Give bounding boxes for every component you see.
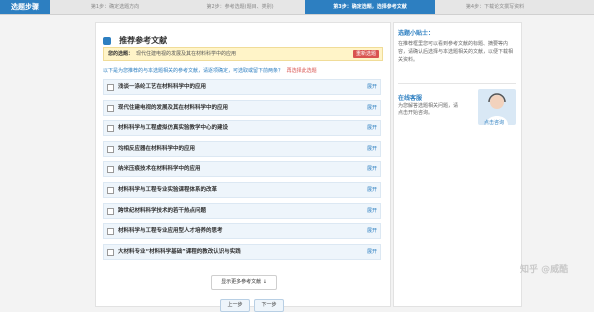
reference-title: 纳米压痕技术在材料科学中的应用 xyxy=(118,166,201,173)
expand-link[interactable]: 展开 xyxy=(367,245,377,259)
step-3[interactable]: 第3步：确定选题，选择参考文献 xyxy=(305,0,435,14)
hint-body: 以下是为您推荐的与本选题相关的参考文献，请逐项确定，可选取或留下前两条？ xyxy=(103,68,284,74)
hint-text: 以下是为您推荐的与本选题相关的参考文献，请逐项确定，可选取或留下前两条？ 再选择… xyxy=(103,67,317,74)
reference-row[interactable]: 均相反应器在材料科学中的应用 展开 xyxy=(103,140,381,157)
online-service-title: 在线客服 xyxy=(398,95,423,102)
reference-row[interactable]: 跨世纪材料科学技术的若干热点问题 展开 xyxy=(103,202,381,219)
tips-body: 在推荐框里您可以看到参考文献的标题、摘要等内容，请确认后选择与本选题相关的文献，… xyxy=(398,41,514,63)
steps-bar: 选题步骤 第1步：确定选题方向 第2步：参考选题(题目、类别) 第3步：确定选题… xyxy=(0,0,594,15)
selected-topic-bar: 您的选题： 现代住建电视的发展及其在材料科学中的应用 重新选题 xyxy=(103,47,383,61)
page-title-row: 推荐参考文献 xyxy=(103,30,168,45)
consult-link[interactable]: 点击咨询 xyxy=(484,119,504,126)
selected-topic-value: 现代住建电视的发展及其在材料科学中的应用 xyxy=(136,51,237,57)
reference-checkbox[interactable] xyxy=(107,145,114,153)
reference-list: 浅谈一涤纶工艺在材料科学中的应用 展开 现代住建电视的发展及其在材料科学中的应用… xyxy=(103,79,381,264)
reference-checkbox[interactable] xyxy=(107,104,114,112)
hint-link[interactable]: 再选择此选题 xyxy=(287,68,317,74)
main-panel: 推荐参考文献 您的选题： 现代住建电视的发展及其在材料科学中的应用 重新选题 以… xyxy=(95,22,391,312)
side-panel: 选题小贴士： 在推荐框里您可以看到参考文献的标题、摘要等内容，请确认后选择与本选… xyxy=(393,22,522,307)
reference-row[interactable]: 现代住建电视的发展及其在材料科学中的应用 展开 xyxy=(103,99,381,116)
reference-checkbox[interactable] xyxy=(107,248,114,256)
document-icon xyxy=(103,36,111,45)
next-button[interactable]: 下一步 xyxy=(254,299,284,312)
online-service-body: 为您解答选题相关问题，请点击开始咨询。 xyxy=(398,103,459,116)
show-more-label: 显示更多参考文献 xyxy=(221,279,262,285)
reference-title: 材料科学与工程专业实验课程体系的改革 xyxy=(118,186,218,193)
watermark: 知乎 @威酷 xyxy=(520,265,569,275)
reference-row[interactable]: 浅谈一涤纶工艺在材料科学中的应用 展开 xyxy=(103,79,381,95)
expand-link[interactable]: 展开 xyxy=(367,142,377,156)
reselect-button[interactable]: 重新选题 xyxy=(352,50,379,58)
arrow-down-icon: ↓ xyxy=(262,279,267,285)
divider xyxy=(398,83,516,84)
expand-link[interactable]: 展开 xyxy=(367,101,377,115)
expand-link[interactable]: 展开 xyxy=(367,204,377,218)
step-2[interactable]: 第2步：参考选题(题目、类别) xyxy=(175,0,305,14)
selected-topic-label: 您的选题： xyxy=(108,51,134,57)
reference-checkbox[interactable] xyxy=(107,125,114,133)
expand-link[interactable]: 展开 xyxy=(367,183,377,197)
step-4[interactable]: 第4步：下载论文撰写资料 xyxy=(435,0,555,14)
tips-title: 选题小贴士： xyxy=(398,30,435,37)
step-1[interactable]: 第1步：确定选题方向 xyxy=(55,0,175,14)
reference-checkbox[interactable] xyxy=(107,84,114,91)
reference-title: 浅谈一涤纶工艺在材料科学中的应用 xyxy=(118,84,207,90)
reference-checkbox[interactable] xyxy=(107,228,114,236)
expand-link[interactable]: 展开 xyxy=(367,121,377,135)
reference-title: 材料科学与工程虚拟仿真实验教学中心的建设 xyxy=(118,125,229,132)
expand-link[interactable]: 展开 xyxy=(367,80,377,94)
reference-title: 现代住建电视的发展及其在材料科学中的应用 xyxy=(118,104,229,111)
reference-row[interactable]: 材料科学与工程专业应用型人才培养的思考 展开 xyxy=(103,223,381,240)
reference-row[interactable]: 纳米压痕技术在材料科学中的应用 展开 xyxy=(103,161,381,178)
steps-brand: 选题步骤 xyxy=(0,0,50,14)
reference-title: 大材料专业“材料科学基础”课程的教改认识与实践 xyxy=(118,248,241,255)
reference-checkbox[interactable] xyxy=(107,207,114,215)
reference-row[interactable]: 材料科学与工程虚拟仿真实验教学中心的建设 展开 xyxy=(103,120,381,137)
prev-button[interactable]: 上一步 xyxy=(220,299,250,312)
expand-link[interactable]: 展开 xyxy=(367,162,377,176)
expand-link[interactable]: 展开 xyxy=(367,224,377,238)
reference-row[interactable]: 大材料专业“材料科学基础”课程的教改认识与实践 展开 xyxy=(103,243,381,260)
show-more-button[interactable]: 显示更多参考文献 ↓ xyxy=(211,275,277,290)
page-title: 推荐参考文献 xyxy=(119,36,168,45)
reference-row[interactable]: 材料科学与工程专业实验课程体系的改革 展开 xyxy=(103,181,381,198)
reference-title: 均相反应器在材料科学中的应用 xyxy=(118,145,196,152)
reference-checkbox[interactable] xyxy=(107,186,114,194)
reference-title: 材料科学与工程专业应用型人才培养的思考 xyxy=(118,228,223,235)
reference-title: 跨世纪材料科学技术的若干热点问题 xyxy=(118,207,207,214)
reference-checkbox[interactable] xyxy=(107,166,114,174)
